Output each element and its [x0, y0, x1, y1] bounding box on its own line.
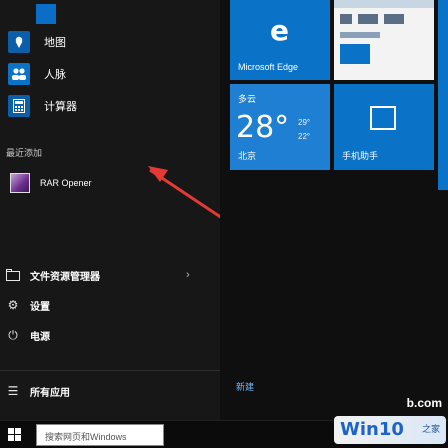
- menu-power[interactable]: ⏻ 电源: [0, 322, 220, 348]
- edge-logo-icon: e: [270, 14, 289, 47]
- weather-high: 29°: [298, 118, 311, 127]
- weather-condition: 多云: [238, 94, 257, 104]
- preview-block: [340, 44, 370, 64]
- preview-window: [334, 0, 434, 80]
- tile-label-edge: Microsoft Edge: [238, 62, 299, 72]
- tile-weather[interactable]: 多云 28° 29° 22° 北京: [230, 84, 330, 170]
- watermark-badge: Win10 之家: [334, 416, 446, 444]
- start-menu-left-pane: 地图 人脉 计算器 最近添加 RAR Opener 文件资源管理器 › ⚙ 设置…: [0, 0, 301, 420]
- preview-titlebar: [334, 0, 434, 8]
- folder-icon: [6, 268, 20, 282]
- menu-all-apps[interactable]: ☰ 所有应用: [0, 378, 220, 404]
- weather-low: 22°: [298, 132, 311, 141]
- chevron-right-icon[interactable]: ›: [186, 269, 190, 281]
- list-icon: ☰: [7, 384, 19, 398]
- watermark-url: b.com: [406, 396, 442, 410]
- power-icon: ⏻: [8, 327, 18, 342]
- tile-label-phone: 手机助手: [342, 151, 379, 161]
- site-watermark: b.com Win10 之家: [300, 396, 448, 448]
- preview-block: [340, 32, 380, 38]
- weather-city: 北京: [238, 151, 257, 161]
- menu-label-all-apps: 所有应用: [30, 387, 70, 399]
- watermark-brand-suffix: 之家: [421, 424, 440, 434]
- tile-screenshot-preview[interactable]: [334, 0, 434, 80]
- menu-file-explorer[interactable]: 文件资源管理器 ›: [0, 262, 220, 288]
- preview-block: [384, 14, 404, 24]
- menu-divider: [0, 370, 220, 371]
- preview-block: [358, 14, 378, 24]
- tile-phone-companion[interactable]: 手机助手: [334, 84, 434, 170]
- weather-temperature: 28°: [236, 110, 290, 145]
- tile-microsoft-edge[interactable]: e Microsoft Edge: [230, 0, 330, 80]
- preview-block: [340, 14, 352, 24]
- new-badge: 新建: [236, 382, 255, 392]
- gear-icon: ⚙: [7, 298, 19, 312]
- device-icon: [370, 106, 396, 130]
- menu-settings[interactable]: ⚙ 设置: [0, 292, 220, 318]
- watermark-brand: Win10: [340, 419, 404, 440]
- menu-label-power: 电源: [30, 331, 50, 343]
- search-placeholder: 搜索网页和Windows: [45, 432, 127, 442]
- taskbar-search-input[interactable]: 搜索网页和Windows: [36, 424, 164, 446]
- tile-edge-strip[interactable]: [438, 0, 448, 190]
- menu-label-settings: 设置: [30, 301, 50, 313]
- menu-label-file-explorer: 文件资源管理器: [30, 271, 100, 283]
- windows-start-icon[interactable]: [8, 428, 22, 442]
